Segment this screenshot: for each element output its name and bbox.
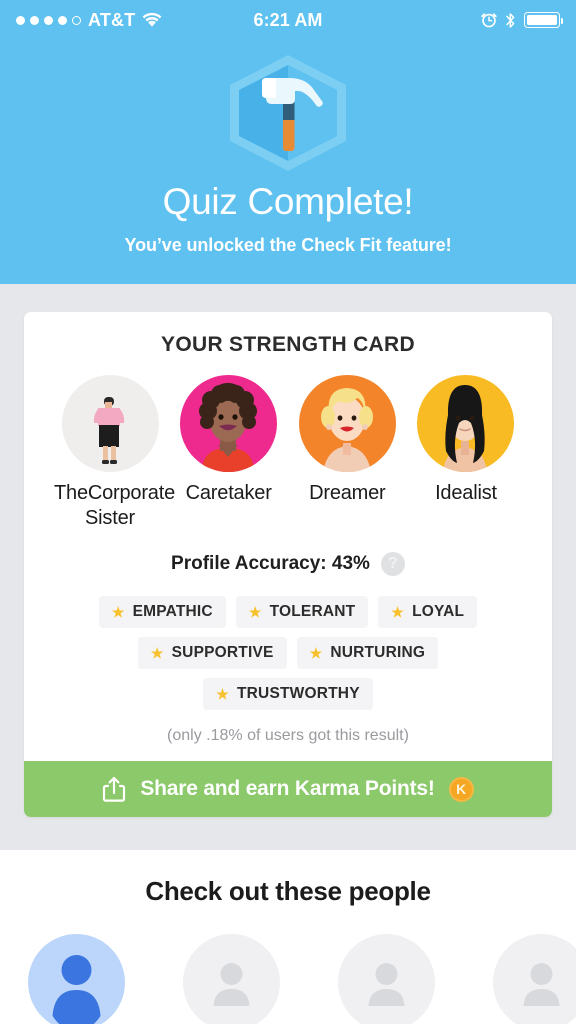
trait-label: TOLERANT	[269, 603, 356, 620]
archetype-label: Caretaker	[185, 482, 272, 504]
battery-icon	[524, 12, 563, 28]
archetype-dreamer[interactable]: Dreamer	[291, 375, 403, 506]
avatar	[28, 934, 125, 1024]
help-icon[interactable]: ?	[380, 552, 405, 576]
status-bar: AT&T 6:21 AM	[0, 0, 576, 40]
corporate-sister-avatar	[61, 375, 159, 472]
star-icon: ★	[248, 604, 262, 620]
archetype-label: Idealist	[435, 482, 497, 504]
trait-label: EMPATHIC	[132, 603, 213, 620]
trait-badge: ★ LOYAL	[378, 596, 478, 628]
avatar	[183, 934, 280, 1024]
header-banner: Quiz Complete! You’ve unlocked the Check…	[0, 40, 576, 284]
suggested-people-row[interactable]: Tom Joseph Luana Correia	[0, 907, 576, 1024]
trait-badge: ★ TOLERANT	[235, 596, 369, 628]
profile-accuracy-label: Profile Accuracy: 43%	[171, 553, 370, 574]
trait-badge: ★ TRUSTWORTHY	[203, 678, 373, 710]
archetype-caretaker[interactable]: Caretaker	[173, 375, 285, 506]
idealist-avatar	[417, 375, 515, 472]
suggested-people-section: Check out these people Tom Joseph	[0, 850, 576, 1024]
person-card[interactable]: John Gouth	[479, 934, 576, 1024]
status-bar-right	[481, 12, 563, 29]
caretaker-avatar	[180, 375, 278, 472]
profile-accuracy-row: Profile Accuracy: 43% ?	[24, 531, 552, 576]
share-and-earn-karma-button[interactable]: Share and earn Karma Points! K	[24, 761, 552, 817]
trait-label: TRUSTWORTHY	[237, 685, 360, 702]
share-icon	[102, 775, 126, 803]
star-icon: ★	[309, 645, 323, 661]
trait-label: SUPPORTIVE	[171, 644, 274, 661]
archetype-row: TheCorporate Sister Caretaker Dreamer Id…	[24, 361, 552, 531]
archetype-corporate-sister[interactable]: TheCorporate Sister	[54, 375, 175, 531]
trait-badge: ★ EMPATHIC	[98, 596, 226, 628]
result-rarity-note: (only .18% of users got this result)	[167, 727, 409, 744]
hammer-hexagon-badge-icon	[0, 50, 576, 175]
star-icon: ★	[150, 645, 164, 661]
person-card[interactable]: Stephanie Samuel	[324, 934, 449, 1024]
share-button-label: Share and earn Karma Points!	[140, 777, 435, 800]
star-icon: ★	[216, 686, 229, 702]
person-card[interactable]: Tom Joseph	[14, 934, 139, 1024]
trait-label: NURTURING	[330, 644, 426, 661]
avatar	[338, 934, 435, 1024]
avatar	[493, 934, 576, 1024]
page-subtitle: You’ve unlocked the Check Fit feature!	[124, 235, 452, 255]
archetype-idealist[interactable]: Idealist	[410, 375, 522, 506]
trait-badge: ★ NURTURING	[296, 637, 439, 669]
person-card[interactable]: Luana Correia	[169, 934, 294, 1024]
trait-badge-list: ★ EMPATHIC ★ TOLERANT ★ LOYAL ★ SUPPORTI…	[24, 576, 552, 710]
app-root: AT&T 6:21 AM Quiz Complete! You’ve unloc…	[0, 0, 576, 1024]
strength-card: YOUR STRENGTH CARD TheCorporate Sister C…	[24, 312, 552, 817]
star-icon: ★	[111, 604, 125, 620]
strength-card-section: YOUR STRENGTH CARD TheCorporate Sister C…	[0, 284, 576, 850]
trait-badge: ★ SUPPORTIVE	[137, 637, 287, 669]
trait-label: LOYAL	[412, 603, 465, 620]
star-icon: ★	[391, 604, 405, 620]
archetype-label: Dreamer	[309, 482, 386, 504]
karma-coin-icon: K	[448, 776, 474, 802]
bluetooth-icon	[505, 12, 516, 29]
alarm-icon	[481, 12, 497, 28]
strength-card-title: YOUR STRENGTH CARD	[161, 333, 415, 356]
archetype-label: TheCorporate Sister	[54, 482, 175, 529]
suggested-people-title: Check out these people	[145, 876, 431, 906]
dreamer-avatar	[298, 375, 396, 472]
page-title: Quiz Complete!	[162, 181, 414, 222]
